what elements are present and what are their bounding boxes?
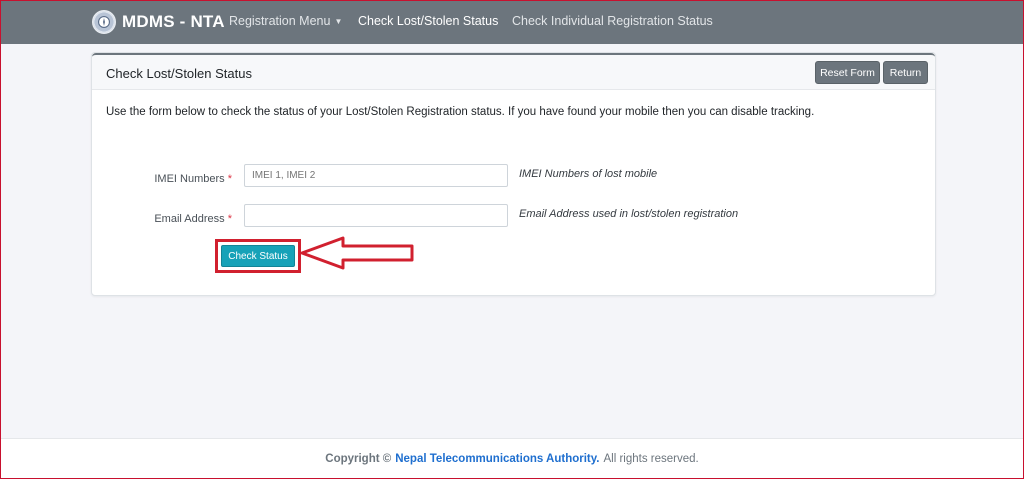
intro-text: Use the form below to check the status o… <box>106 106 815 118</box>
nav-check-lost-stolen-status-label: Check Lost/Stolen Status <box>358 14 499 28</box>
brand-title: MDMS - NTA <box>122 12 225 31</box>
email-label: Email Address * <box>154 213 232 225</box>
imei-input[interactable] <box>244 164 508 187</box>
check-status-highlight: Check Status <box>215 239 301 273</box>
nav-check-lost-stolen-status[interactable]: Check Lost/Stolen Status <box>358 14 498 28</box>
reset-form-button[interactable]: Reset Form <box>815 61 880 84</box>
imei-label-text: IMEI Numbers <box>154 173 225 185</box>
caret-down-icon: ▼ <box>334 16 343 26</box>
email-help-text: Email Address used in lost/stolen regist… <box>519 208 739 220</box>
footer-rights: All rights reserved. <box>603 452 699 465</box>
card-header: Check Lost/Stolen Status Reset Form Retu… <box>92 53 935 90</box>
email-input[interactable] <box>244 204 508 227</box>
imei-help-text: IMEI Numbers of lost mobile <box>519 168 658 180</box>
card-title: Check Lost/Stolen Status <box>106 66 252 81</box>
nav-check-individual-status-label: Check Individual Registration Status <box>512 14 713 28</box>
imei-required-mark: * <box>227 173 232 185</box>
nav-registration-menu-label: Registration Menu <box>229 14 331 28</box>
return-button[interactable]: Return <box>883 61 928 84</box>
nav-registration-menu[interactable]: Registration Menu ▼ <box>229 14 342 28</box>
check-status-button[interactable]: Check Status <box>221 245 295 267</box>
footer-copyright: Copyright © <box>325 452 392 465</box>
status-card: Check Lost/Stolen Status Reset Form Retu… <box>91 52 936 296</box>
nav-check-individual-registration-status[interactable]: Check Individual Registration Status <box>512 14 713 28</box>
footer-org-link[interactable]: Nepal Telecommunications Authority. <box>395 453 599 465</box>
top-navbar: MDMS - NTA Registration Menu ▼ Check Los… <box>1 1 1023 44</box>
email-label-text: Email Address <box>154 213 225 225</box>
brand[interactable]: MDMS - NTA <box>92 9 225 35</box>
imei-label: IMEI Numbers * <box>154 173 232 185</box>
nta-logo-icon <box>92 10 116 34</box>
email-required-mark: * <box>227 213 232 225</box>
annotation-arrow-icon <box>300 236 414 270</box>
footer: Copyright © Nepal Telecommunications Aut… <box>1 438 1023 478</box>
